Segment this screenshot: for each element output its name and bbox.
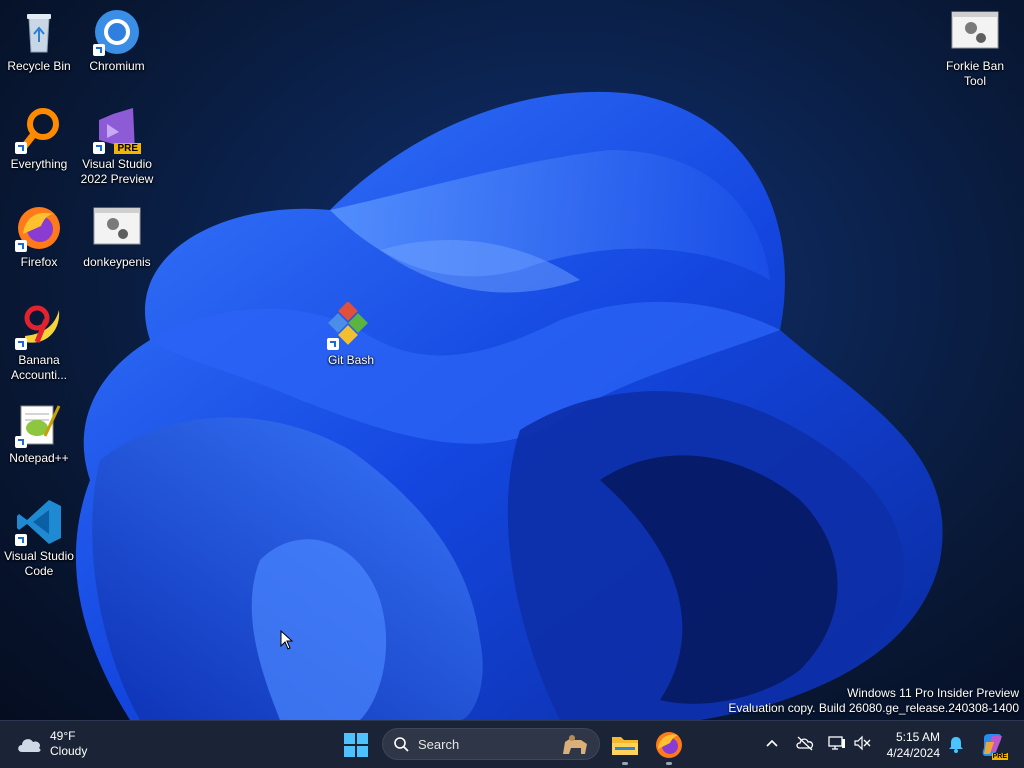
weather-temperature: 49°F xyxy=(50,729,76,743)
bell-icon[interactable] xyxy=(948,735,964,753)
everything-icon xyxy=(15,106,63,154)
visual-studio-preview-icon: PRE xyxy=(93,106,141,154)
system-clock[interactable]: 5:15 AM 4/24/2024 xyxy=(876,729,940,761)
search-highlight-dog-icon xyxy=(563,735,587,754)
taskbar-firefox[interactable] xyxy=(653,729,685,765)
shortcut-arrow-icon xyxy=(15,338,27,350)
weather-condition: Cloudy xyxy=(50,744,88,758)
taskbar: 49°F Cloudy Search 5:15 AM 4/24/2024 PRE xyxy=(0,720,1024,768)
shortcut-arrow-icon xyxy=(15,436,27,448)
desktop-icon-notepad-plus-plus[interactable]: Notepad++ xyxy=(1,400,77,466)
shortcut-arrow-icon xyxy=(15,240,27,252)
git-bash-icon xyxy=(327,301,375,350)
copilot-pre-badge: PRE xyxy=(991,753,1008,760)
vscode-icon xyxy=(15,498,63,546)
shortcut-arrow-icon xyxy=(15,142,27,154)
desktop-icon-forkie-ban-tool[interactable]: Forkie Ban Tool xyxy=(937,8,1013,89)
desktop-icon-label: Visual Studio Code xyxy=(4,549,74,578)
recycle-bin-icon xyxy=(15,8,63,56)
app-window-gear-icon xyxy=(951,8,999,56)
running-indicator xyxy=(666,762,672,765)
firefox-icon xyxy=(656,732,682,758)
desktop-icon-label: Chromium xyxy=(89,59,145,73)
desktop-icon-banana-accounting[interactable]: Banana Accounti... xyxy=(1,302,77,383)
preview-badge: PRE xyxy=(114,143,141,154)
search-icon xyxy=(394,737,409,752)
desktop-icon-firefox[interactable]: Firefox xyxy=(1,204,77,270)
desktop-icon-label: Firefox xyxy=(20,255,58,269)
desktop-icon-donkeypenis[interactable]: donkeypenis xyxy=(79,204,155,270)
firefox-icon xyxy=(15,204,63,252)
evaluation-watermark: Windows 11 Pro Insider Preview Evaluatio… xyxy=(728,686,1019,716)
watermark-line-1: Windows 11 Pro Insider Preview xyxy=(847,686,1019,700)
desktop-icon-label: Forkie Ban Tool xyxy=(945,59,1005,88)
desktop-icon-git-bash[interactable]: Git Bash xyxy=(313,301,389,368)
desktop-icon-label: Visual Studio 2022 Preview xyxy=(80,157,154,186)
desktop-icon-chromium[interactable]: Chromium xyxy=(79,8,155,74)
desktop-icon-everything[interactable]: Everything xyxy=(1,106,77,172)
watermark-line-2: Evaluation copy. Build 26080.ge_release.… xyxy=(728,701,1019,715)
desktop-icon-label: Banana Accounti... xyxy=(10,353,68,382)
running-indicator xyxy=(622,762,628,765)
desktop-icon-label: donkeypenis xyxy=(83,255,151,269)
app-window-gear-icon xyxy=(93,204,141,252)
chromium-icon xyxy=(93,8,141,56)
shortcut-arrow-icon xyxy=(327,338,339,350)
chevron-up-icon[interactable] xyxy=(765,735,779,751)
shortcut-arrow-icon xyxy=(93,142,105,154)
shortcut-arrow-icon xyxy=(15,534,27,546)
network-icon[interactable] xyxy=(828,735,846,751)
desktop-icon-recycle-bin[interactable]: Recycle Bin xyxy=(1,8,77,74)
copilot-button[interactable]: PRE xyxy=(980,732,1008,760)
weather-widget[interactable]: 49°F Cloudy xyxy=(16,729,87,759)
search-placeholder: Search xyxy=(418,737,460,752)
volume-muted-icon[interactable] xyxy=(854,735,872,751)
clock-time: 5:15 AM xyxy=(895,730,940,744)
taskbar-file-explorer[interactable] xyxy=(609,729,641,765)
mouse-cursor-icon xyxy=(280,630,294,650)
desktop-icon-visual-studio-preview[interactable]: PRE Visual Studio 2022 Preview xyxy=(79,106,155,187)
start-button[interactable] xyxy=(344,733,368,757)
banana-accounting-icon xyxy=(15,302,63,350)
desktop-icon-label: Everything xyxy=(10,157,68,171)
file-explorer-icon xyxy=(612,737,638,755)
desktop-icon-label: Notepad++ xyxy=(9,451,69,465)
onedrive-offline-icon[interactable] xyxy=(796,735,814,751)
clock-date: 4/24/2024 xyxy=(886,746,940,760)
cloud-icon xyxy=(18,739,41,752)
desktop-icon-label: Git Bash xyxy=(327,353,375,367)
shortcut-arrow-icon xyxy=(93,44,105,56)
desktop-icon-vscode[interactable]: Visual Studio Code xyxy=(1,498,77,579)
desktop-icon-label: Recycle Bin xyxy=(7,59,71,73)
taskbar-search-box[interactable]: Search xyxy=(382,728,600,760)
notepad-plus-plus-icon xyxy=(15,400,63,448)
